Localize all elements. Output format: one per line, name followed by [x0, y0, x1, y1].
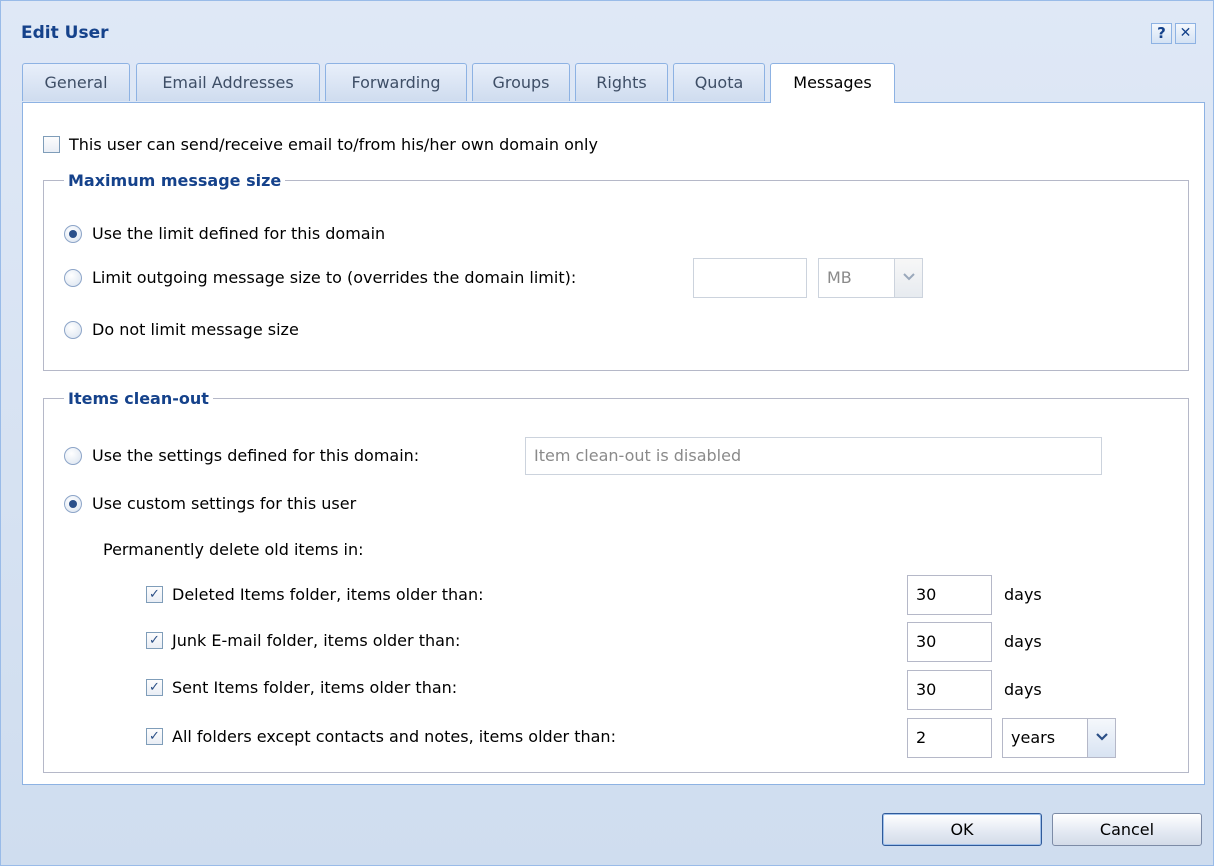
- sent-items-checkbox[interactable]: ✓: [146, 679, 163, 696]
- size-unit-value: MB: [827, 268, 852, 287]
- deleted-items-days-input[interactable]: 30: [907, 575, 992, 615]
- messages-panel: This user can send/receive email to/from…: [22, 102, 1205, 785]
- tab-messages[interactable]: Messages: [770, 63, 895, 103]
- size-limit-input[interactable]: [693, 258, 807, 298]
- junk-email-days-input[interactable]: 30: [907, 622, 992, 662]
- no-limit-label: Do not limit message size: [92, 320, 299, 339]
- permanently-delete-label: Permanently delete old items in:: [103, 540, 364, 559]
- deleted-items-label: Deleted Items folder, items older than:: [172, 585, 484, 604]
- cancel-button[interactable]: Cancel: [1052, 813, 1202, 846]
- sent-items-days-input[interactable]: 30: [907, 670, 992, 710]
- junk-email-checkbox[interactable]: ✓: [146, 632, 163, 649]
- age-unit-select[interactable]: years: [1002, 718, 1116, 758]
- age-unit-value: years: [1011, 728, 1056, 747]
- junk-email-unit: days: [1004, 632, 1042, 651]
- tab-groups[interactable]: Groups: [472, 63, 570, 101]
- own-domain-only-label: This user can send/receive email to/from…: [69, 135, 598, 154]
- edit-user-dialog: Edit User ? ✕ General Email Addresses Fo…: [0, 0, 1214, 866]
- all-folders-label: All folders except contacts and notes, i…: [172, 727, 616, 746]
- items-cleanout-legend: Items clean-out: [68, 389, 209, 408]
- tab-email-addresses[interactable]: Email Addresses: [136, 63, 320, 101]
- tab-general[interactable]: General: [22, 63, 130, 101]
- deleted-items-checkbox[interactable]: ✓: [146, 586, 163, 603]
- use-domain-limit-label: Use the limit defined for this domain: [92, 224, 386, 243]
- deleted-items-unit: days: [1004, 585, 1042, 604]
- tab-forwarding[interactable]: Forwarding: [325, 63, 467, 101]
- tab-quota[interactable]: Quota: [673, 63, 765, 101]
- use-domain-limit-radio[interactable]: [64, 225, 82, 243]
- title-bar: Edit User ? ✕: [1, 1, 1213, 63]
- limit-outgoing-label: Limit outgoing message size to (override…: [92, 268, 577, 287]
- own-domain-only-checkbox[interactable]: [43, 136, 60, 153]
- chevron-down-icon[interactable]: [1087, 719, 1115, 757]
- ok-button[interactable]: OK: [882, 813, 1042, 846]
- junk-email-label: Junk E-mail folder, items older than:: [172, 631, 461, 650]
- domain-cleanout-status-field: Item clean-out is disabled: [525, 437, 1102, 475]
- max-message-size-legend: Maximum message size: [68, 171, 282, 190]
- use-domain-settings-label: Use the settings defined for this domain…: [92, 446, 420, 465]
- limit-outgoing-radio[interactable]: [64, 269, 82, 287]
- sent-items-label: Sent Items folder, items older than:: [172, 678, 458, 697]
- use-custom-settings-label: Use custom settings for this user: [92, 494, 357, 513]
- use-domain-settings-radio[interactable]: [64, 447, 82, 465]
- chevron-down-icon[interactable]: [894, 259, 922, 297]
- use-custom-settings-radio[interactable]: [64, 495, 82, 513]
- max-message-size-group: Maximum message size Use the limit defin…: [43, 171, 1189, 371]
- no-limit-radio[interactable]: [64, 321, 82, 339]
- all-folders-checkbox[interactable]: ✓: [146, 728, 163, 745]
- sent-items-unit: days: [1004, 680, 1042, 699]
- help-icon[interactable]: ?: [1151, 23, 1172, 44]
- dialog-title: Edit User: [21, 23, 109, 43]
- close-icon[interactable]: ✕: [1175, 23, 1196, 44]
- size-unit-select[interactable]: MB: [818, 258, 923, 298]
- all-folders-age-input[interactable]: 2: [907, 718, 992, 758]
- tab-rights[interactable]: Rights: [575, 63, 668, 101]
- items-cleanout-group: Items clean-out Use the settings defined…: [43, 389, 1189, 773]
